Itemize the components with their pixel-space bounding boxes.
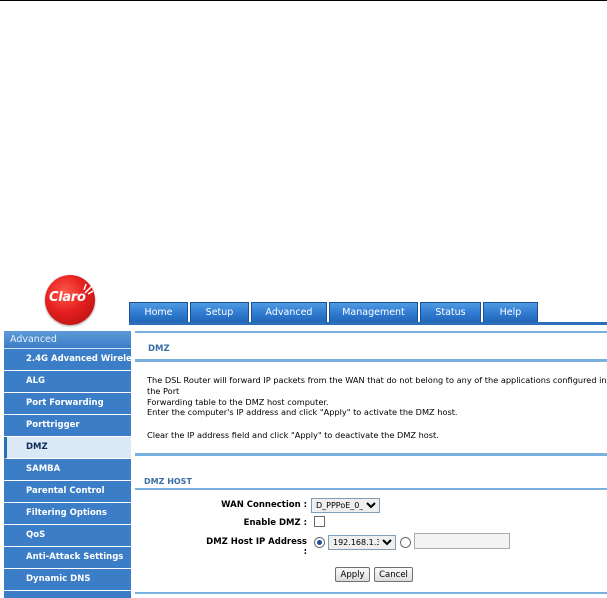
- enable-dmz-checkbox[interactable]: [314, 516, 325, 527]
- tabs-underline: [129, 322, 607, 325]
- dmz-host-rule: [135, 488, 607, 490]
- content-top-rule: [135, 331, 607, 333]
- sidebar-item-filtering-options[interactable]: Filtering Options: [4, 503, 131, 525]
- dmz-description: The DSL Router will forward IP packets f…: [147, 375, 607, 408]
- dmz-title: DMZ: [148, 344, 170, 354]
- top-border: [0, 0, 607, 1]
- tab-help[interactable]: Help: [483, 302, 538, 322]
- dmz-host-ip-input[interactable]: [414, 533, 510, 549]
- logo-text: Claro: [49, 290, 86, 305]
- dmz-host-ip-select[interactable]: 192.168.1.33: [328, 535, 396, 550]
- sidebar-item-dynamic-dns[interactable]: Dynamic DNS: [4, 569, 131, 591]
- dmz-title-rule: [135, 359, 607, 362]
- content-bottom-rule: [135, 592, 607, 594]
- sidebar-item-advanced-wireless[interactable]: 2.4G Advanced Wireless: [4, 349, 131, 371]
- sidebar-item-parental-control[interactable]: Parental Control: [4, 481, 131, 503]
- sidebar-item-dmz[interactable]: DMZ: [4, 437, 131, 459]
- ip-manual-radio[interactable]: [400, 537, 411, 548]
- dmz-host-ip-label: DMZ Host IP Address :: [206, 537, 307, 557]
- enable-dmz-label: Enable DMZ :: [243, 518, 307, 528]
- sidebar-item-samba[interactable]: SAMBA: [4, 459, 131, 481]
- logo-rays-icon: [83, 283, 93, 295]
- sidebar-header: Advanced: [4, 331, 131, 349]
- ip-select-radio[interactable]: [314, 537, 325, 548]
- sidebar-item-port-forwarding[interactable]: Port Forwarding: [4, 393, 131, 415]
- claro-logo: Claro: [45, 275, 95, 325]
- tab-setup[interactable]: Setup: [190, 302, 249, 322]
- apply-button[interactable]: Apply: [335, 567, 370, 582]
- dmz-section-rule: [135, 453, 607, 456]
- dmz-clear-hint: Clear the IP address field and click "Ap…: [147, 430, 439, 440]
- tab-management[interactable]: Management: [329, 302, 418, 322]
- tab-status[interactable]: Status: [420, 302, 481, 322]
- wan-connection-label: WAN Connection :: [221, 500, 307, 510]
- dmz-host-title: DMZ HOST: [144, 477, 192, 486]
- sidebar-item-anti-attack[interactable]: Anti-Attack Settings: [4, 547, 131, 569]
- dmz-apply-hint: Enter the computer's IP address and clic…: [147, 407, 458, 417]
- sidebar-item-qos[interactable]: QoS: [4, 525, 131, 547]
- wan-connection-select[interactable]: D_PPPoE_0_1: [311, 498, 380, 513]
- tab-advanced[interactable]: Advanced: [251, 302, 327, 322]
- sidebar-item-alg[interactable]: ALG: [4, 371, 131, 393]
- sidebar-item-porttrigger[interactable]: Porttrigger: [4, 415, 131, 437]
- dmz-description-line1: The DSL Router will forward IP packets f…: [147, 375, 607, 396]
- sidebar: Advanced 2.4G Advanced Wireless ALG Port…: [4, 331, 131, 598]
- main-tabs: Home Setup Advanced Management Status He…: [129, 302, 540, 322]
- cancel-button[interactable]: Cancel: [374, 567, 413, 582]
- tab-home[interactable]: Home: [129, 302, 188, 322]
